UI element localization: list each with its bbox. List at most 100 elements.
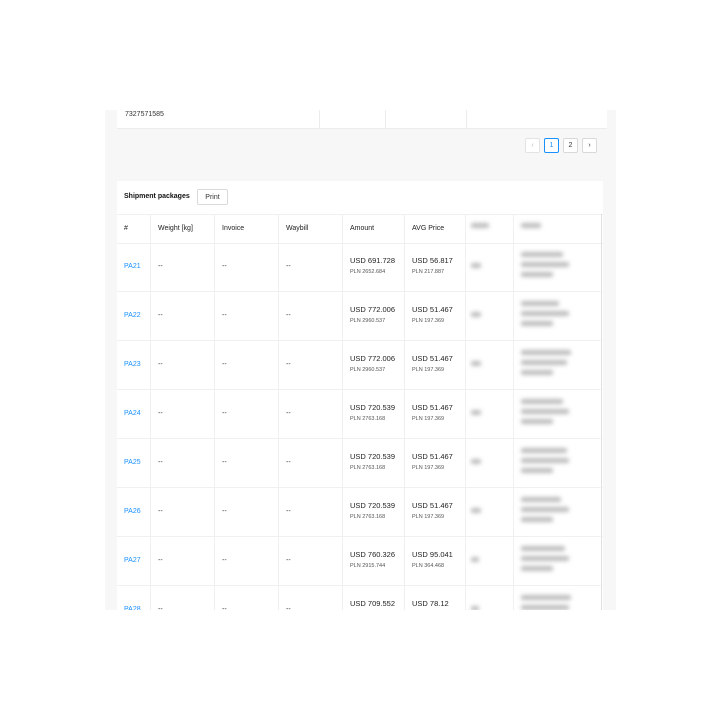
blurred-column-header xyxy=(471,223,493,233)
avg-pln: PLN 217.887 xyxy=(412,269,445,275)
amount-pln: PLN 2652.684 xyxy=(350,269,386,275)
amount-cell: USD 772.006 PLN 2960.537 xyxy=(350,354,395,376)
avg-usd: USD 51.467 xyxy=(412,354,453,363)
weight-value: -- xyxy=(158,410,163,417)
package-id-link[interactable]: PA24 xyxy=(124,389,141,438)
amount-usd: USD 772.006 xyxy=(350,354,396,363)
column-header-amount: Amount xyxy=(350,225,375,232)
weight-value: -- xyxy=(158,508,163,515)
amount-usd: USD 760.326 xyxy=(350,550,396,559)
avg-price-cell: USD 95.041 PLN 364.468 xyxy=(412,550,453,572)
package-id-link[interactable]: PA23 xyxy=(124,340,141,389)
blurred-cell xyxy=(521,595,571,610)
avg-usd: USD 51.467 xyxy=(412,305,453,314)
next-page-button[interactable]: › xyxy=(582,138,597,153)
avg-price-cell: USD 51.467 PLN 197.369 xyxy=(412,452,453,474)
waybill-value: -- xyxy=(286,557,291,564)
weight-value: -- xyxy=(158,361,163,368)
table-row: PA27 -- -- -- USD 760.326 PLN 2915.744 U… xyxy=(117,536,603,586)
invoice-value: -- xyxy=(222,557,227,564)
package-id-link[interactable]: PA28 xyxy=(124,585,141,610)
amount-pln: PLN 2960.537 xyxy=(350,318,386,324)
amount-usd: USD 720.539 xyxy=(350,403,396,412)
blurred-cell xyxy=(471,312,481,322)
waybill-value: -- xyxy=(286,410,291,417)
weight-value: -- xyxy=(158,557,163,564)
invoice-value: -- xyxy=(222,263,227,270)
amount-cell: USD 720.539 PLN 2763.168 xyxy=(350,501,395,523)
amount-cell: USD 760.326 PLN 2915.744 xyxy=(350,550,395,572)
table-cell xyxy=(319,110,386,128)
avg-usd: USD 95.041 xyxy=(412,550,453,559)
shipment-packages-card: Shipment packages Print # Weight [kg] In… xyxy=(117,181,603,610)
avg-usd: USD 51.467 xyxy=(412,403,453,412)
amount-cell: USD 720.539 PLN 2763.168 xyxy=(350,403,395,425)
amount-usd: USD 772.006 xyxy=(350,305,396,314)
table-cell xyxy=(385,110,467,128)
amount-usd: USD 720.539 xyxy=(350,501,396,510)
avg-pln: PLN 197.369 xyxy=(412,465,445,471)
page-2-button[interactable]: 2 xyxy=(563,138,578,153)
shipment-detail-panel: 7327571585 ‹ 1 2 › Shipment packages Pri… xyxy=(105,110,616,610)
invoice-value: -- xyxy=(222,459,227,466)
package-id-link[interactable]: PA22 xyxy=(124,291,141,340)
page-1-button[interactable]: 1 xyxy=(544,138,559,153)
waybill-value: -- xyxy=(286,263,291,270)
amount-usd: USD 691.728 xyxy=(350,256,396,265)
pagination: ‹ 1 2 › xyxy=(525,138,597,153)
amount-pln: PLN 2915.744 xyxy=(350,563,386,569)
amount-pln: PLN 2763.168 xyxy=(350,514,386,520)
blurred-cell xyxy=(521,301,569,331)
weight-value: -- xyxy=(158,263,163,270)
weight-value: -- xyxy=(158,312,163,319)
avg-usd: USD 78.12 xyxy=(412,599,449,608)
waybill-value: -- xyxy=(286,508,291,515)
blurred-cell xyxy=(521,252,569,282)
avg-price-cell: USD 51.467 PLN 197.369 xyxy=(412,403,453,425)
avg-price-cell: USD 51.467 PLN 197.369 xyxy=(412,354,453,376)
table-row: PA21 -- -- -- USD 691.728 PLN 2652.684 U… xyxy=(117,242,603,292)
avg-usd: USD 51.467 xyxy=(412,452,453,461)
avg-price-cell: USD 56.817 PLN 217.887 xyxy=(412,256,453,278)
table-row: PA28 -- -- -- USD 709.552 USD 78.12 xyxy=(117,585,603,610)
package-id-link[interactable]: PA27 xyxy=(124,536,141,585)
avg-usd: USD 56.817 xyxy=(412,256,453,265)
previous-table-last-row: 7327571585 xyxy=(117,110,607,129)
package-id-link[interactable]: PA21 xyxy=(124,242,141,291)
column-header-invoice: Invoice xyxy=(222,225,245,232)
blurred-cell xyxy=(471,508,481,518)
table-row: PA24 -- -- -- USD 720.539 PLN 2763.168 U… xyxy=(117,389,603,439)
table-row: PA25 -- -- -- USD 720.539 PLN 2763.168 U… xyxy=(117,438,603,488)
package-id-link[interactable]: PA26 xyxy=(124,487,141,536)
column-header-weight: Weight [kg] xyxy=(158,225,193,232)
card-header: Shipment packages Print xyxy=(117,181,603,214)
weight-value: -- xyxy=(158,459,163,466)
column-header-avg-price: AVG Price xyxy=(412,225,445,232)
column-header-waybill: Waybill xyxy=(286,225,309,232)
avg-pln: PLN 197.369 xyxy=(412,416,445,422)
amount-usd: USD 709.552 xyxy=(350,599,396,608)
amount-usd: USD 720.539 xyxy=(350,452,396,461)
weight-value: -- xyxy=(158,606,163,610)
package-id-link[interactable]: PA25 xyxy=(124,438,141,487)
invoice-value: -- xyxy=(222,606,227,610)
avg-pln: PLN 197.369 xyxy=(412,367,445,373)
waybill-value: -- xyxy=(286,312,291,319)
blurred-cell xyxy=(471,557,479,567)
waybill-value: -- xyxy=(286,361,291,368)
amount-cell: USD 691.728 PLN 2652.684 xyxy=(350,256,395,278)
prev-page-button[interactable]: ‹ xyxy=(525,138,540,153)
waybill-value: -- xyxy=(286,459,291,466)
blurred-column-header xyxy=(521,223,551,233)
amount-cell: USD 720.539 PLN 2763.168 xyxy=(350,452,395,474)
blurred-cell xyxy=(471,263,481,273)
invoice-value: -- xyxy=(222,312,227,319)
blurred-cell xyxy=(471,459,481,469)
amount-cell: USD 772.006 PLN 2960.537 xyxy=(350,305,395,327)
print-button[interactable]: Print xyxy=(197,189,228,205)
amount-cell: USD 709.552 xyxy=(350,599,395,609)
table-row: PA23 -- -- -- USD 772.006 PLN 2960.537 U… xyxy=(117,340,603,390)
invoice-value: -- xyxy=(222,410,227,417)
invoice-value: -- xyxy=(222,361,227,368)
amount-pln: PLN 2763.168 xyxy=(350,465,386,471)
